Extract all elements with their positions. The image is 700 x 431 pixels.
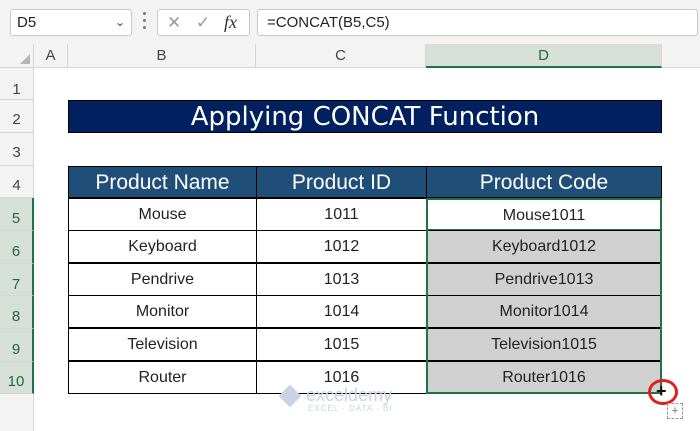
header-product-id[interactable]: Product ID [256, 166, 427, 198]
row-header-11[interactable] [0, 394, 34, 431]
enter-icon[interactable]: ✓ [196, 10, 210, 35]
cell-d5[interactable]: Mouse1011 [426, 198, 662, 231]
chevron-down-icon[interactable]: ⌄ [115, 10, 125, 35]
exceldemy-logo-icon [278, 384, 302, 408]
header-product-name[interactable]: Product Name [68, 166, 257, 198]
fill-handle-crosshair-icon[interactable]: + [656, 381, 667, 402]
header-product-code[interactable]: Product Code [426, 166, 662, 198]
cell-d10[interactable]: Router1016 [426, 361, 662, 394]
cell-b7[interactable]: Pendrive [68, 263, 257, 296]
watermark: exceldemy EXCEL · DATA · BI [278, 384, 393, 413]
column-header-b[interactable]: B [68, 44, 256, 68]
watermark-tagline: EXCEL · DATA · BI [308, 404, 393, 413]
cell-d8[interactable]: Monitor1014 [426, 295, 662, 328]
watermark-brand: exceldemy [306, 385, 393, 405]
row-header-5[interactable]: 5 [0, 198, 34, 231]
quick-analysis-icon[interactable]: + [667, 403, 683, 419]
cell-c6[interactable]: 1012 [256, 230, 427, 263]
more-options-icon[interactable] [143, 12, 147, 32]
insert-function-icon[interactable]: fx [224, 10, 237, 35]
name-box-value: D5 [17, 14, 37, 31]
cell-b5[interactable]: Mouse [68, 198, 257, 231]
cancel-icon[interactable]: ✕ [167, 10, 181, 35]
cell-d7[interactable]: Pendrive1013 [426, 263, 662, 296]
row-header-1[interactable]: 1 [0, 68, 34, 100]
row-header-4[interactable]: 4 [0, 166, 34, 198]
cell-c5[interactable]: 1011 [256, 198, 427, 231]
formula-input[interactable]: =CONCAT(B5,C5) [257, 9, 698, 36]
row-header-10[interactable]: 10 [0, 362, 34, 394]
cell-c9[interactable]: 1015 [256, 328, 427, 361]
row-header-9[interactable]: 9 [0, 329, 34, 362]
row-header-2[interactable]: 2 [0, 100, 34, 133]
row-header-8[interactable]: 8 [0, 296, 34, 329]
cell-d6[interactable]: Keyboard1012 [426, 230, 662, 263]
cell-c8[interactable]: 1014 [256, 295, 427, 328]
select-all-button[interactable] [0, 44, 34, 68]
row-header-6[interactable]: 6 [0, 231, 34, 264]
cell-b10[interactable]: Router [68, 361, 257, 394]
cell-b8[interactable]: Monitor [68, 295, 257, 328]
cell-d9[interactable]: Television1015 [426, 328, 662, 361]
sheet-title[interactable]: Applying CONCAT Function [68, 100, 662, 133]
row-header-7[interactable]: 7 [0, 264, 34, 296]
row-header-3[interactable]: 3 [0, 133, 34, 166]
name-box[interactable]: D5 ⌄ [10, 9, 132, 36]
cell-b6[interactable]: Keyboard [68, 230, 257, 263]
formula-bar: D5 ⌄ ✕ ✓ fx =CONCAT(B5,C5) [0, 0, 700, 44]
cell-c7[interactable]: 1013 [256, 263, 427, 296]
formula-buttons: ✕ ✓ fx [157, 9, 250, 36]
column-header-e[interactable] [662, 44, 700, 68]
column-header-d[interactable]: D [426, 44, 662, 68]
column-header-a[interactable]: A [34, 44, 68, 68]
column-header-c[interactable]: C [256, 44, 426, 68]
cell-b9[interactable]: Television [68, 328, 257, 361]
